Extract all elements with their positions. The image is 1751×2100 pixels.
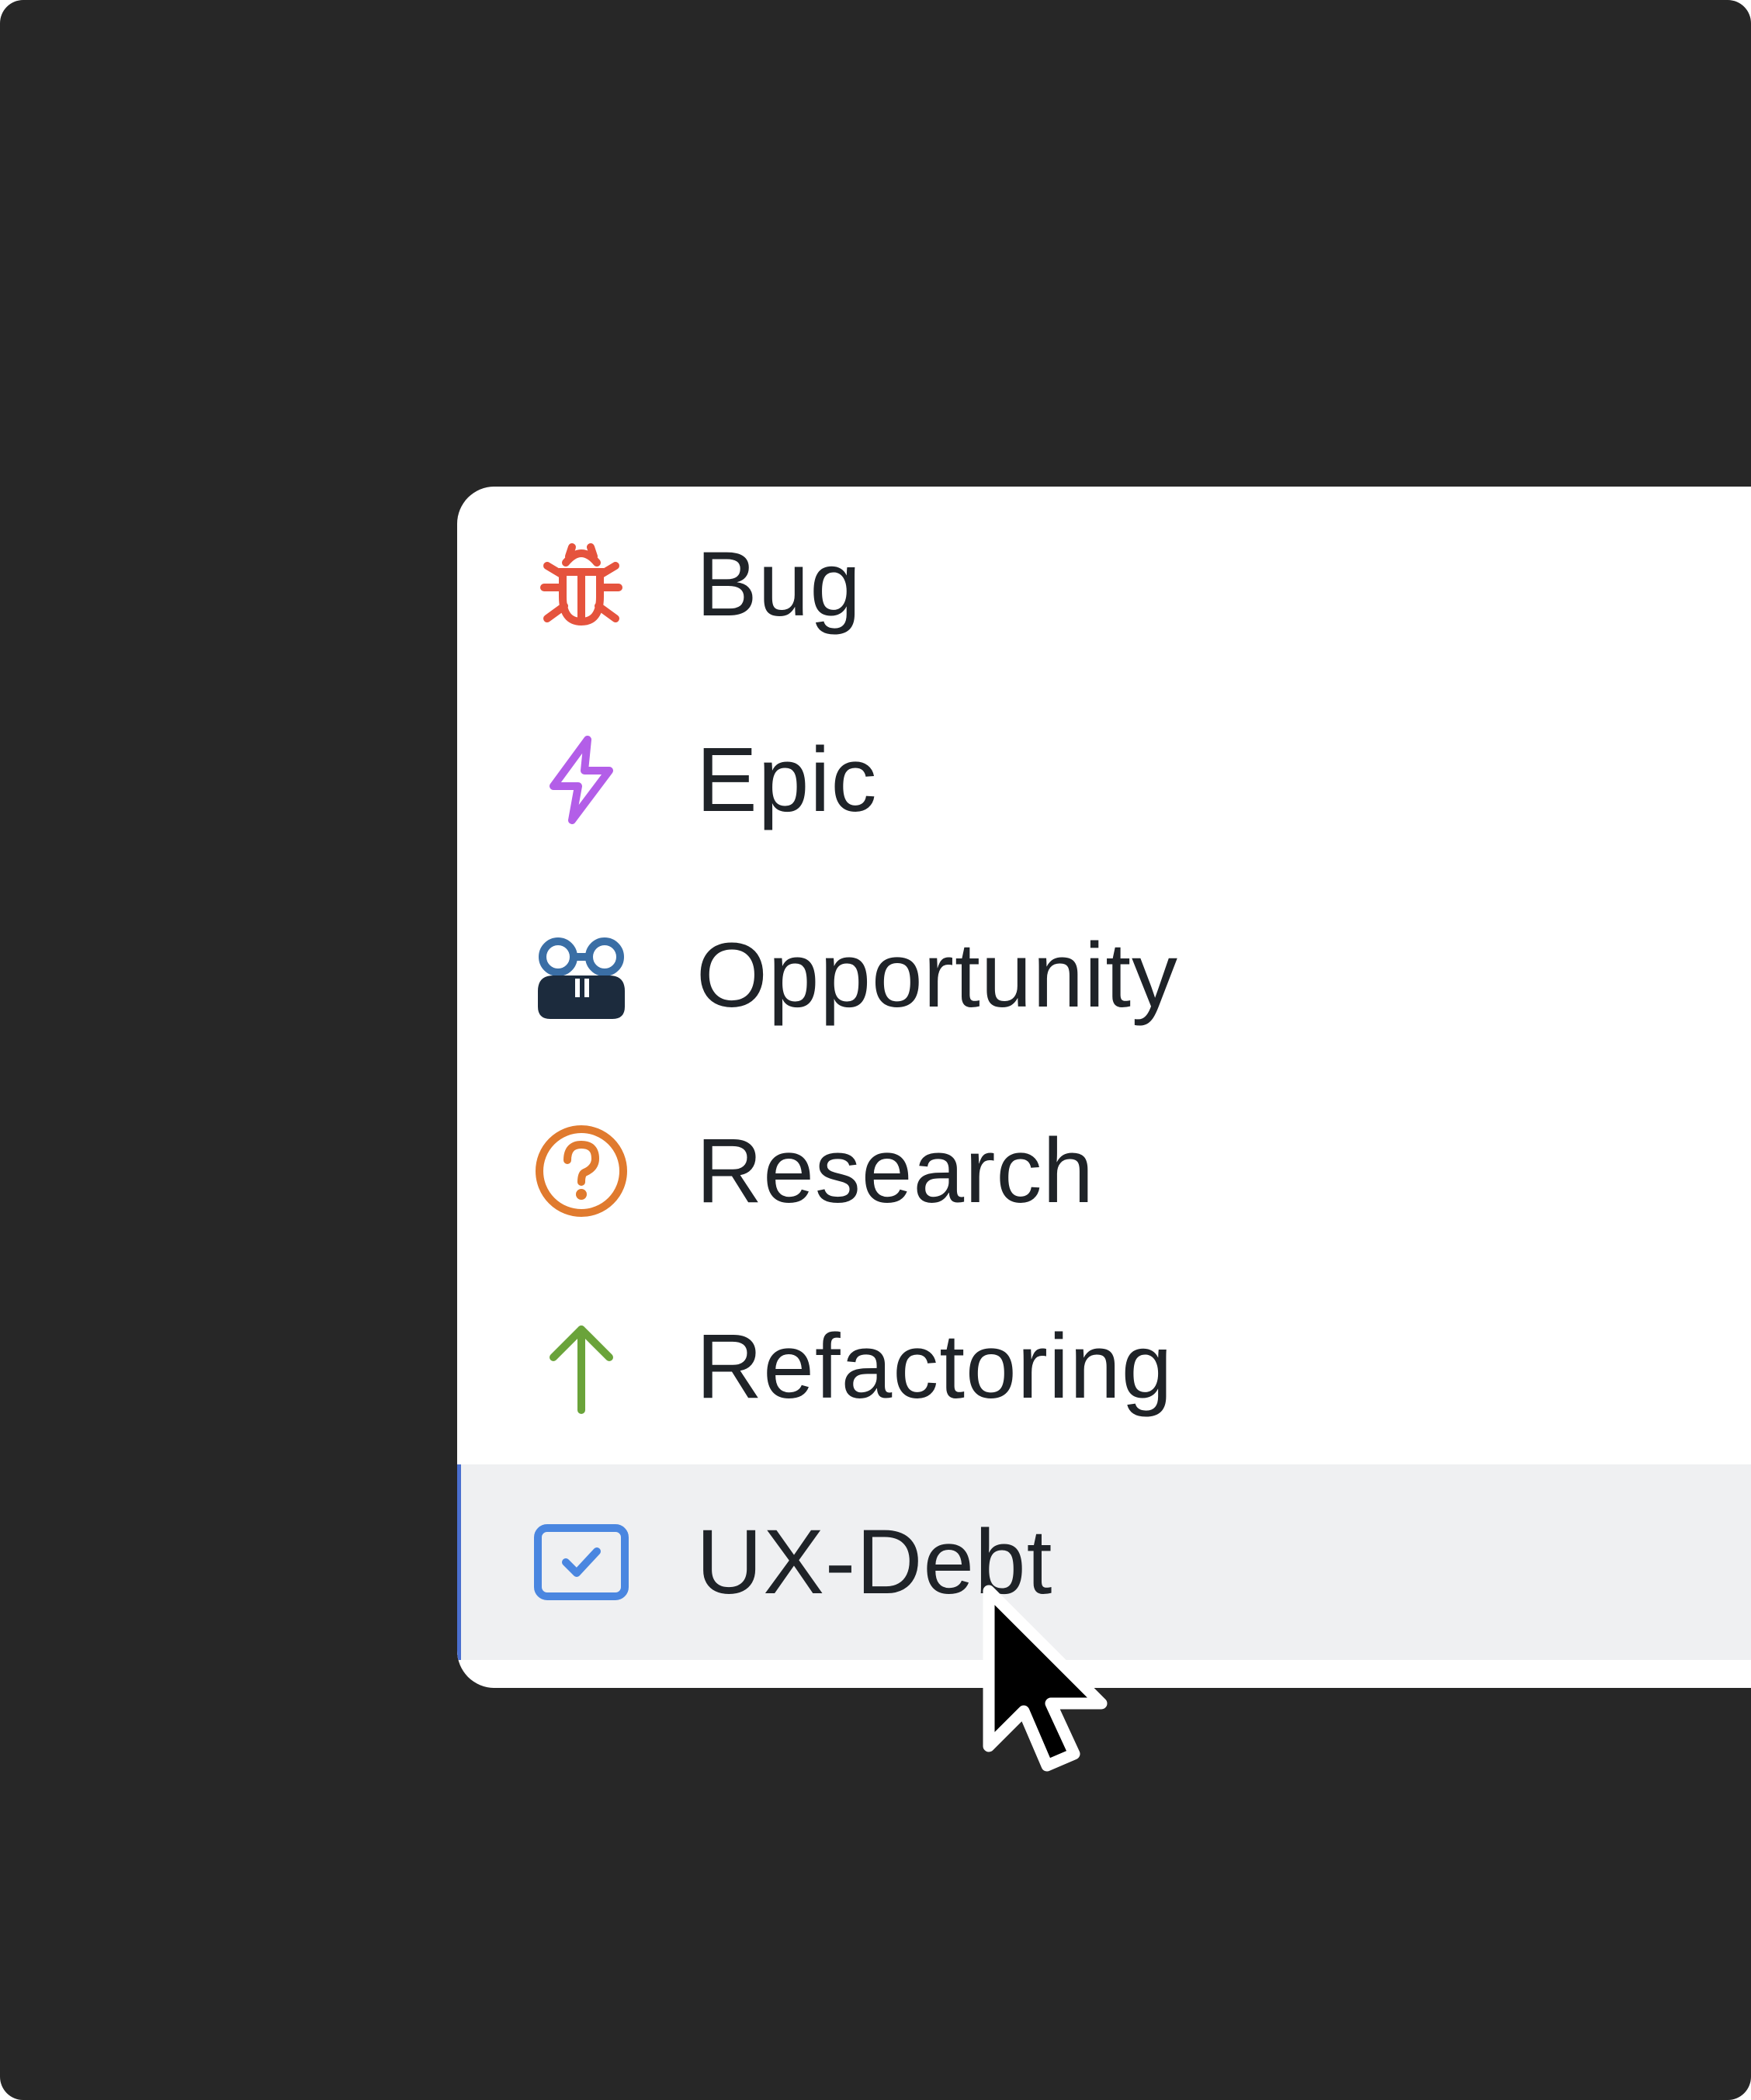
lightning-icon <box>532 730 631 830</box>
menu-item-label: Opportunity <box>696 924 1178 1027</box>
menu-item-research[interactable]: Research <box>457 1073 1751 1269</box>
menu-item-label: Epic <box>696 729 878 831</box>
binoculars-icon <box>532 926 631 1025</box>
question-circle-icon <box>532 1121 631 1221</box>
menu-item-bug[interactable]: Bug <box>457 487 1751 682</box>
checkbox-icon <box>532 1513 631 1612</box>
menu-item-epic[interactable]: Epic <box>457 682 1751 878</box>
issue-type-dropdown-menu: Bug Epic Opportunity Research Refactorin… <box>457 487 1751 1688</box>
menu-item-label: Bug <box>696 533 862 636</box>
menu-item-label: UX-Debt <box>696 1511 1053 1613</box>
arrow-up-icon <box>532 1317 631 1416</box>
menu-item-label: Refactoring <box>696 1315 1174 1418</box>
menu-item-opportunity[interactable]: Opportunity <box>457 878 1751 1073</box>
app-background: Bug Epic Opportunity Research Refactorin… <box>0 0 1751 2100</box>
menu-item-label: Research <box>696 1120 1095 1222</box>
bug-icon <box>532 535 631 634</box>
menu-item-refactoring[interactable]: Refactoring <box>457 1269 1751 1464</box>
menu-item-ux-debt[interactable]: UX-Debt <box>457 1464 1751 1660</box>
